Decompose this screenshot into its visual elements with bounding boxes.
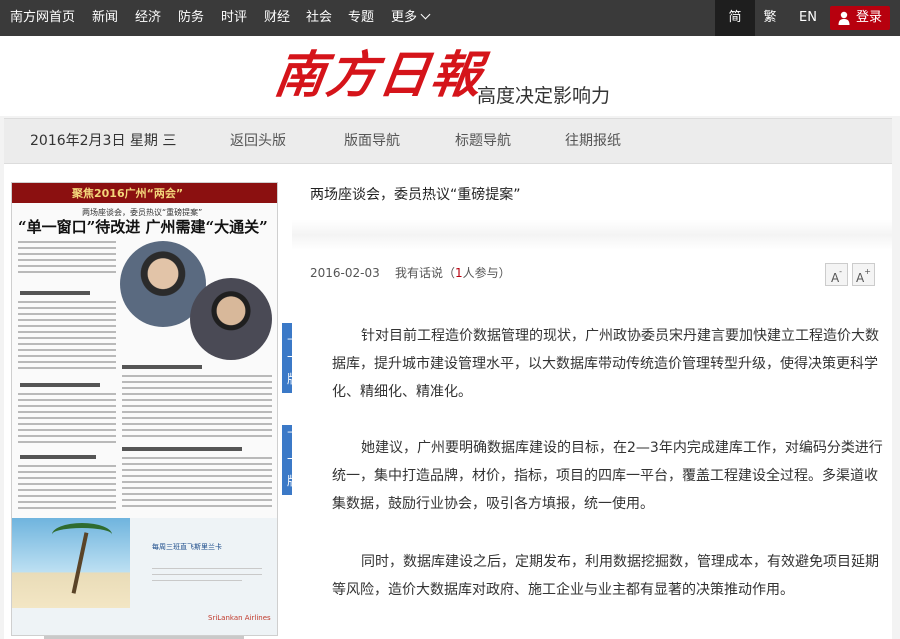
nav-past-issues[interactable]: 往期报纸 (565, 119, 621, 163)
edition-date: 2016年2月3日 星期 三 (30, 133, 177, 149)
masthead: 南方日報 高度决定影响力 (0, 36, 900, 116)
comment-suffix: 人参与） (462, 266, 511, 280)
page-thumbnail-panel: 聚焦2016广州“两会” 两场座谈会，委员热议“重磅提案” “单一窗口”待改进 … (4, 164, 292, 639)
article-paragraph-3: 同时，数据库建设之后，定期发布，利用数据挖掘数，管理成本，有效避免项目延期等风险… (332, 554, 879, 598)
nav-link-news[interactable]: 新闻 (92, 0, 118, 36)
article-date: 2016-02-03 (310, 266, 380, 280)
edition-nav-bar: 2016年2月3日 星期 三 返回头版 版面导航 标题导航 往期报纸 (4, 118, 892, 164)
nav-link-commentary[interactable]: 时评 (221, 0, 247, 36)
palm-tree-icon (52, 523, 112, 546)
nav-link-more[interactable]: 更多 (391, 0, 431, 36)
top-nav-bar: 南方网首页 新闻 经济 防务 时评 财经 社会 专题 更多 简 繁 EN 登录 (0, 0, 900, 36)
nav-front-page[interactable]: 返回头版 (230, 119, 286, 163)
page-banner: 聚焦2016广州“两会” (12, 183, 277, 203)
chevron-down-icon (420, 9, 431, 20)
font-decrease-label: A (830, 271, 840, 285)
page-advertisement: 每周三班直飞斯里兰卡 SriLankan Airlines (12, 518, 277, 635)
nav-link-finance[interactable]: 财经 (264, 0, 290, 36)
nav-link-society[interactable]: 社会 (306, 0, 332, 36)
nav-link-defense[interactable]: 防务 (178, 0, 204, 36)
font-increase-button[interactable]: A+ (852, 263, 875, 286)
font-decrease-button[interactable]: A- (825, 263, 848, 286)
slogan: 高度决定影响力 (477, 85, 611, 107)
comment-link[interactable]: 我有话说（1人参与） (395, 266, 511, 280)
article-panel: 两场座谈会，委员热议“重磅提案” 2016-02-03 我有话说（1人参与） A… (292, 164, 892, 639)
newspaper-page-image[interactable]: 聚焦2016广州“两会” 两场座谈会，委员热议“重磅提案” “单一窗口”待改进 … (11, 182, 278, 636)
login-label: 登录 (856, 10, 883, 25)
ad-brand: SriLankan Airlines (208, 614, 271, 622)
lang-traditional[interactable]: 繁 (750, 0, 790, 36)
article-title: 两场座谈会，委员热议“重磅提案” (310, 187, 521, 203)
lang-english[interactable]: EN (788, 0, 828, 36)
user-icon (838, 11, 850, 25)
article-meta: 2016-02-03 我有话说（1人参与） (310, 264, 511, 281)
nav-link-topics[interactable]: 专题 (348, 0, 374, 36)
article-paragraph-1: 针对目前工程造价数据管理的现状，广州政协委员宋丹建言要加快建立工程造价大数据库，… (332, 328, 879, 400)
nav-headline-navigation[interactable]: 标题导航 (455, 119, 511, 163)
comment-prefix: 我有话说（ (395, 266, 456, 280)
ad-text: 每周三班直飞斯里兰卡 (152, 543, 222, 551)
photo-delegate-2 (190, 278, 272, 360)
lang-simplified[interactable]: 简 (715, 0, 755, 36)
nav-link-economy[interactable]: 经济 (135, 0, 161, 36)
page-headline: “单一窗口”待改进 广州需建“大通关” (18, 218, 268, 236)
page-banner-title: 聚焦2016广州“两会” (72, 187, 184, 200)
nav-link-home[interactable]: 南方网首页 (10, 0, 75, 36)
comment-count: 1 (455, 266, 463, 280)
nav-page-navigation[interactable]: 版面导航 (344, 119, 400, 163)
nav-link-more-label: 更多 (391, 10, 418, 25)
logo-text: 南方日報 (270, 45, 488, 104)
article-paragraph-2: 她建议，广州要明确数据库建设的目标，在2—3年内完成建库工作，对编码分类进行统一… (332, 440, 883, 512)
newspaper-logo[interactable]: 南方日報 (271, 44, 487, 106)
login-button[interactable]: 登录 (830, 6, 890, 30)
